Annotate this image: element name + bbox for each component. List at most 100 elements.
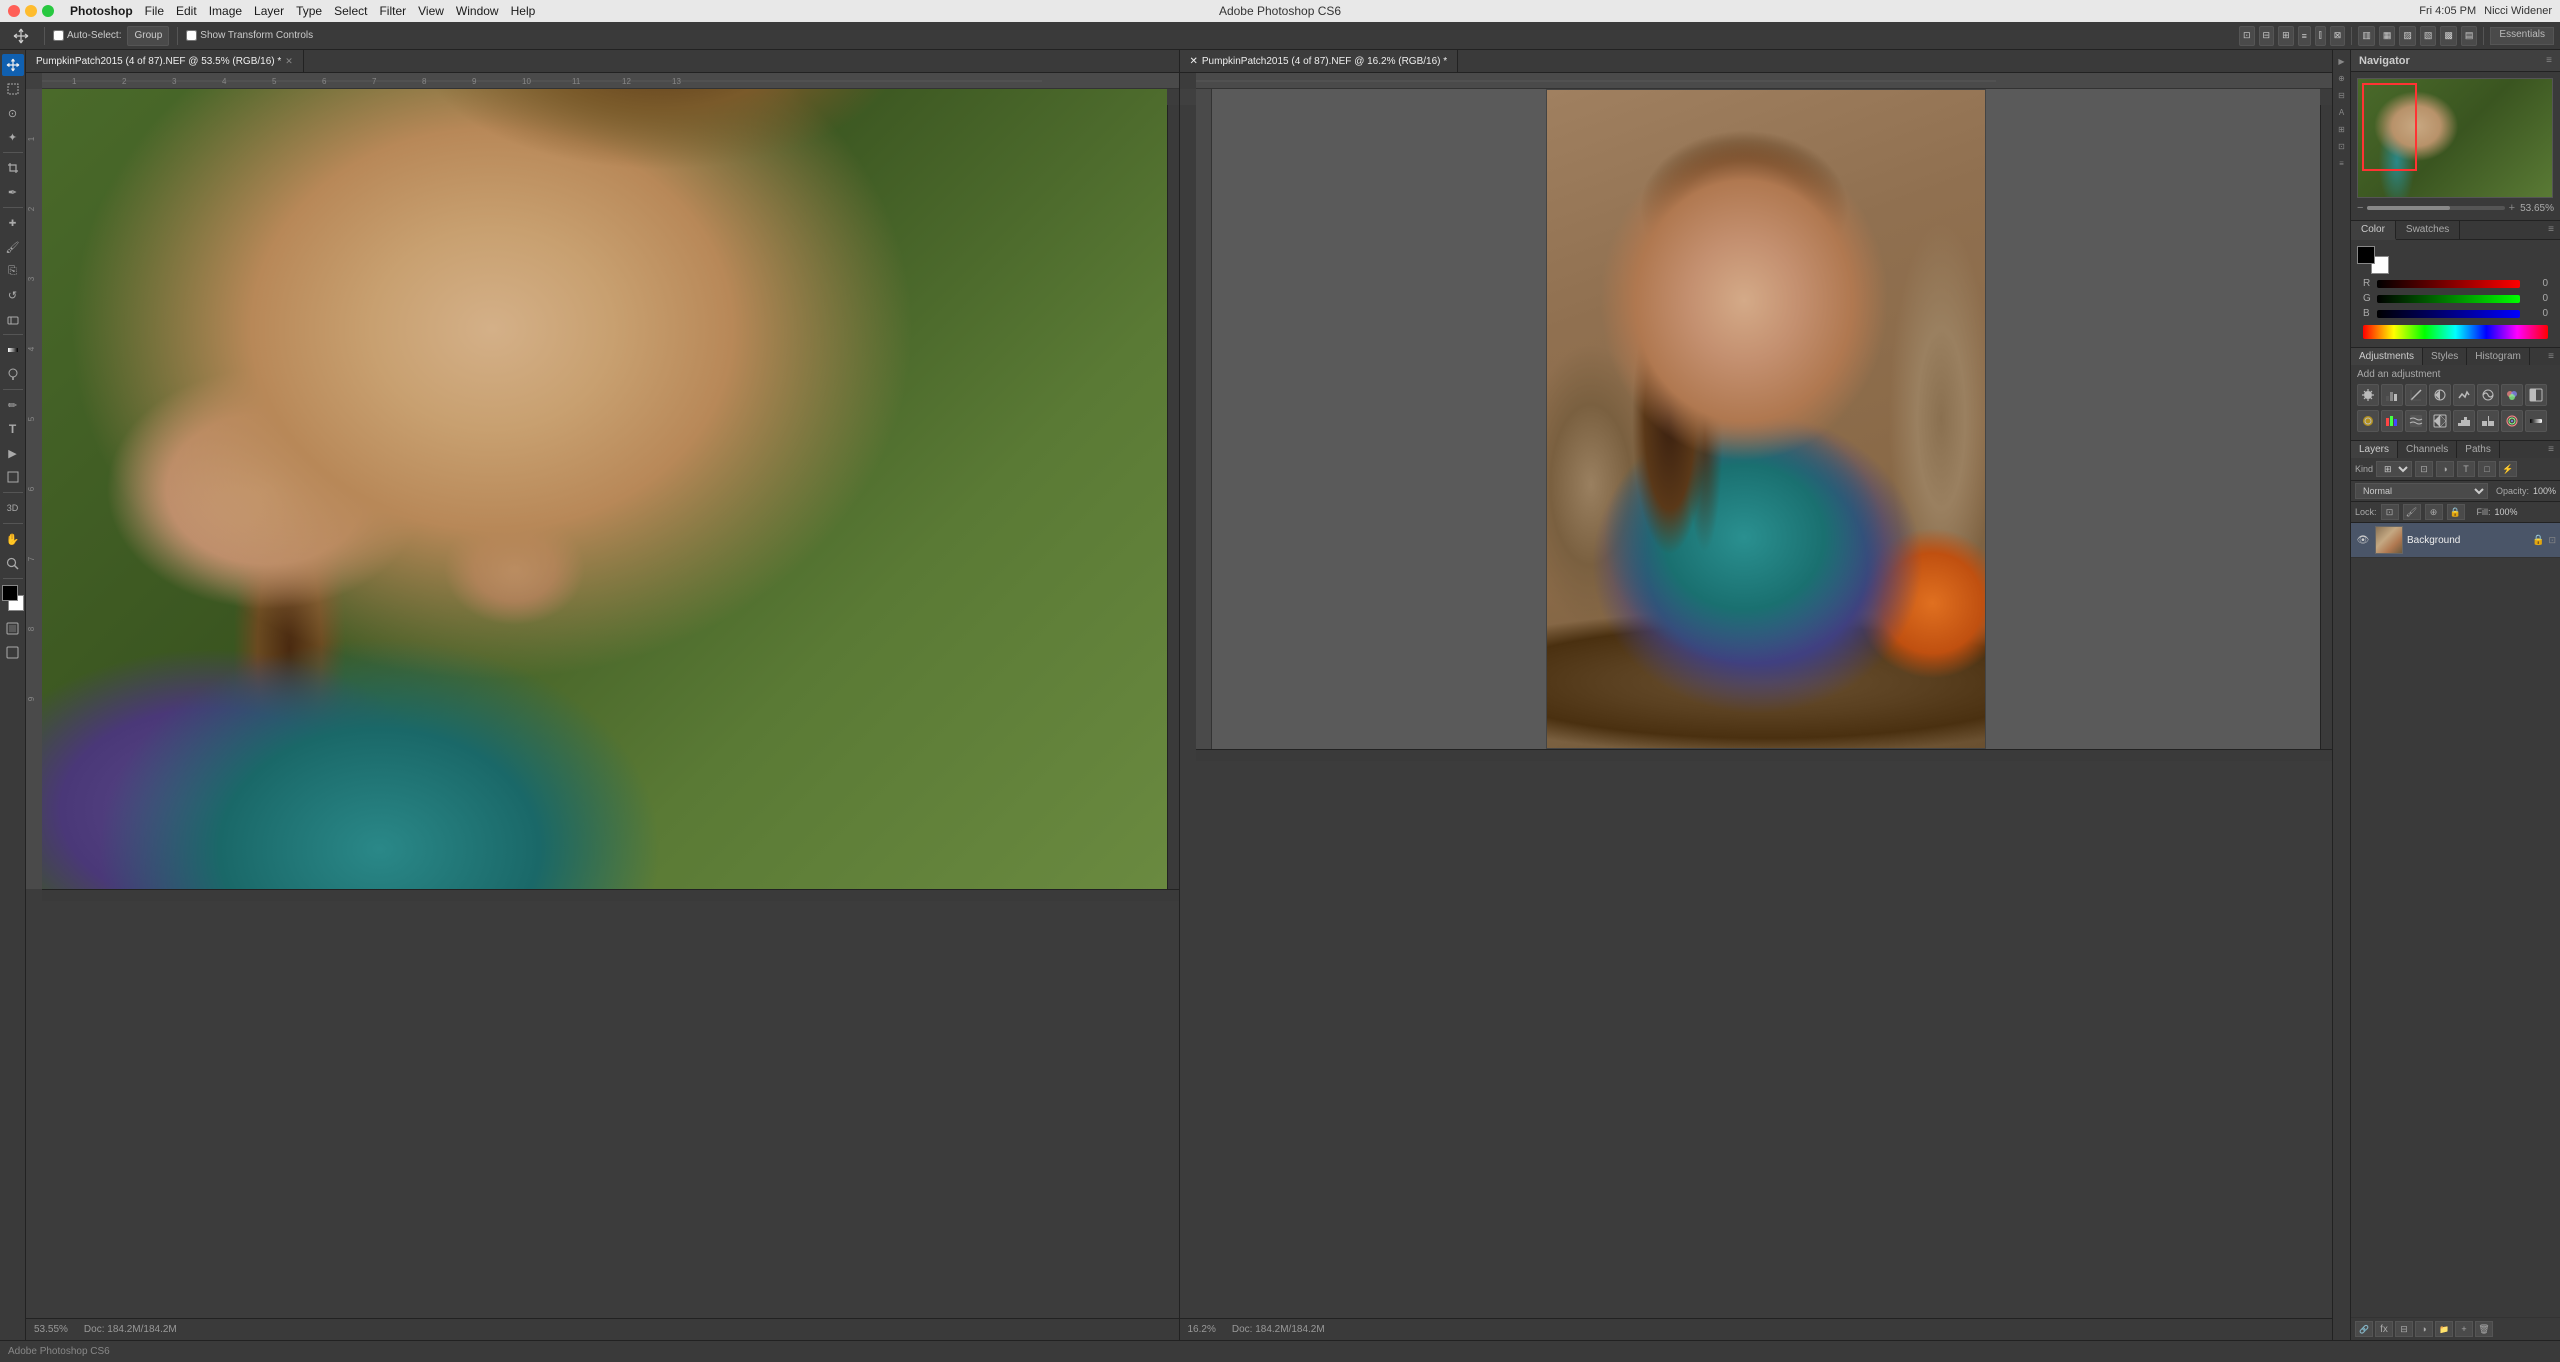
align-btn-1[interactable]: ⊡ — [2239, 26, 2255, 46]
curves-adj-btn[interactable] — [2405, 384, 2427, 406]
3d-btn[interactable]: 3D — [2, 497, 24, 519]
rt-btn-1[interactable]: ▶ — [2335, 54, 2349, 68]
auto-select-type[interactable]: Group — [127, 26, 169, 46]
exposure-adj-btn[interactable] — [2429, 384, 2451, 406]
layer-group-btn[interactable]: 📁 — [2435, 1321, 2453, 1337]
app-name[interactable]: Photoshop — [66, 3, 137, 19]
rt-btn-3[interactable]: ⊟ — [2335, 88, 2349, 102]
color-spectrum-bar[interactable] — [2363, 325, 2548, 339]
path-select-btn[interactable]: ▶ — [2, 442, 24, 464]
selectivecolor-btn[interactable] — [2501, 410, 2523, 432]
rt-btn-7[interactable]: ≡ — [2335, 156, 2349, 170]
brush-btn[interactable]: 🖌 — [2, 236, 24, 258]
layers-panel-menu[interactable]: ≡ — [2542, 441, 2560, 458]
layer-style-btn[interactable]: fx — [2375, 1321, 2393, 1337]
zoom-btn[interactable] — [2, 552, 24, 574]
type-btn[interactable]: T — [2, 418, 24, 440]
layer-background[interactable]: 👁 Background 🔒 ⊡ — [2351, 523, 2560, 558]
layer-adj-btn[interactable]: ◑ — [2415, 1321, 2433, 1337]
g-slider[interactable] — [2377, 295, 2520, 303]
minimize-button[interactable] — [25, 5, 37, 17]
b-slider[interactable] — [2377, 310, 2520, 318]
layer-delete-btn[interactable]: 🗑 — [2475, 1321, 2493, 1337]
menu-type[interactable]: Type — [292, 3, 326, 19]
invert-btn[interactable] — [2429, 410, 2451, 432]
quick-mask-btn[interactable] — [2, 617, 24, 639]
adj-panel-menu[interactable]: ≡ — [2542, 348, 2560, 365]
nav-zoom-out-icon[interactable]: − — [2357, 202, 2363, 214]
left-doc-close[interactable]: ✕ — [285, 56, 293, 67]
marquee-tool-btn[interactable] — [2, 78, 24, 100]
right-doc-tab[interactable]: ✕ PumpkinPatch2015 (4 of 87).NEF @ 16.2%… — [1180, 50, 1459, 72]
gradient-btn[interactable] — [2, 339, 24, 361]
rt-btn-5[interactable]: ⊞ — [2335, 122, 2349, 136]
layer-mask-btn[interactable]: ⊟ — [2395, 1321, 2413, 1337]
nav-zoom-in-icon[interactable]: + — [2509, 202, 2515, 214]
lock-position-btn[interactable]: ⊕ — [2425, 504, 2443, 520]
fg-color-swatch[interactable] — [2, 585, 18, 601]
auto-select-checkbox[interactable]: Auto-Select: — [53, 30, 121, 41]
posterize-btn[interactable] — [2453, 410, 2475, 432]
menu-layer[interactable]: Layer — [250, 3, 288, 19]
layers-tab[interactable]: Layers — [2351, 441, 2398, 458]
left-canvas-bg[interactable] — [42, 89, 1167, 889]
layer-options-btn[interactable]: ⊡ — [2548, 535, 2556, 546]
rt-btn-4[interactable]: A — [2335, 105, 2349, 119]
blend-mode-select[interactable]: Normal — [2355, 483, 2488, 499]
screen-mode-btn[interactable] — [2, 641, 24, 663]
menu-select[interactable]: Select — [330, 3, 371, 19]
menu-image[interactable]: Image — [205, 3, 246, 19]
layer-link-btn[interactable]: 🔗 — [2355, 1321, 2373, 1337]
close-button[interactable] — [8, 5, 20, 17]
move-tool-btn[interactable] — [2, 54, 24, 76]
huesat-adj-btn[interactable] — [2477, 384, 2499, 406]
align-btn-3[interactable]: ⊞ — [2278, 26, 2294, 46]
kind-adjustment-btn[interactable]: ◑ — [2436, 461, 2454, 477]
eyedropper-btn[interactable]: ✒ — [2, 181, 24, 203]
right-scrollbar-h[interactable] — [1196, 749, 2333, 761]
left-scrollbar-v[interactable] — [1167, 105, 1179, 889]
zoom-button[interactable] — [42, 5, 54, 17]
quick-select-btn[interactable]: ✦ — [2, 126, 24, 148]
menu-file[interactable]: File — [141, 3, 168, 19]
photo-filter-btn[interactable] — [2357, 410, 2379, 432]
menu-filter[interactable]: Filter — [375, 3, 410, 19]
kind-shape-btn[interactable]: □ — [2478, 461, 2496, 477]
r-slider[interactable] — [2377, 280, 2520, 288]
fg-color-display[interactable] — [2357, 246, 2375, 264]
left-scrollbar-h[interactable] — [42, 889, 1179, 901]
right-scrollbar-v[interactable] — [2320, 105, 2332, 749]
crop-tool-btn[interactable] — [2, 157, 24, 179]
rt-btn-2[interactable]: ⊕ — [2335, 71, 2349, 85]
distribute-btn-1[interactable]: ▥ — [2358, 26, 2375, 46]
vibrance-adj-btn[interactable] — [2453, 384, 2475, 406]
menu-window[interactable]: Window — [452, 3, 503, 19]
distribute-btn-5[interactable]: ▩ — [2440, 26, 2457, 46]
swatches-tab[interactable]: Swatches — [2396, 221, 2460, 239]
distribute-btn-2[interactable]: ▦ — [2379, 26, 2396, 46]
distribute-btn-4[interactable]: ▧ — [2420, 26, 2437, 46]
menu-view[interactable]: View — [414, 3, 448, 19]
nav-zoom-slider[interactable] — [2367, 206, 2504, 210]
adj-tab-styles[interactable]: Styles — [2423, 348, 2467, 365]
color-panel-menu[interactable]: ≡ — [2542, 221, 2560, 239]
lock-image-btn[interactable]: 🖌 — [2403, 504, 2421, 520]
eraser-btn[interactable] — [2, 308, 24, 330]
lock-transparent-btn[interactable]: ⊡ — [2381, 504, 2399, 520]
threshold-btn[interactable] — [2477, 410, 2499, 432]
blackwhite-adj-btn[interactable] — [2525, 384, 2547, 406]
auto-select-input[interactable] — [53, 30, 64, 41]
adj-tab-adjustments[interactable]: Adjustments — [2351, 348, 2423, 365]
kind-select[interactable]: ⊞ — [2376, 461, 2412, 477]
distribute-btn-3[interactable]: ▨ — [2399, 26, 2416, 46]
kind-pixel-btn[interactable]: ⊡ — [2415, 461, 2433, 477]
layer-eye-icon[interactable]: 👁 — [2355, 532, 2371, 548]
menu-edit[interactable]: Edit — [172, 3, 201, 19]
align-btn-6[interactable]: ⊠ — [2330, 26, 2346, 46]
gradient-map-btn[interactable] — [2525, 410, 2547, 432]
adj-tab-histogram[interactable]: Histogram — [2467, 348, 2530, 365]
paths-tab[interactable]: Paths — [2457, 441, 2500, 458]
essentials-button[interactable]: Essentials — [2490, 27, 2554, 45]
left-doc-tab[interactable]: PumpkinPatch2015 (4 of 87).NEF @ 53.5% (… — [26, 50, 304, 72]
channel-mixer-btn[interactable] — [2381, 410, 2403, 432]
